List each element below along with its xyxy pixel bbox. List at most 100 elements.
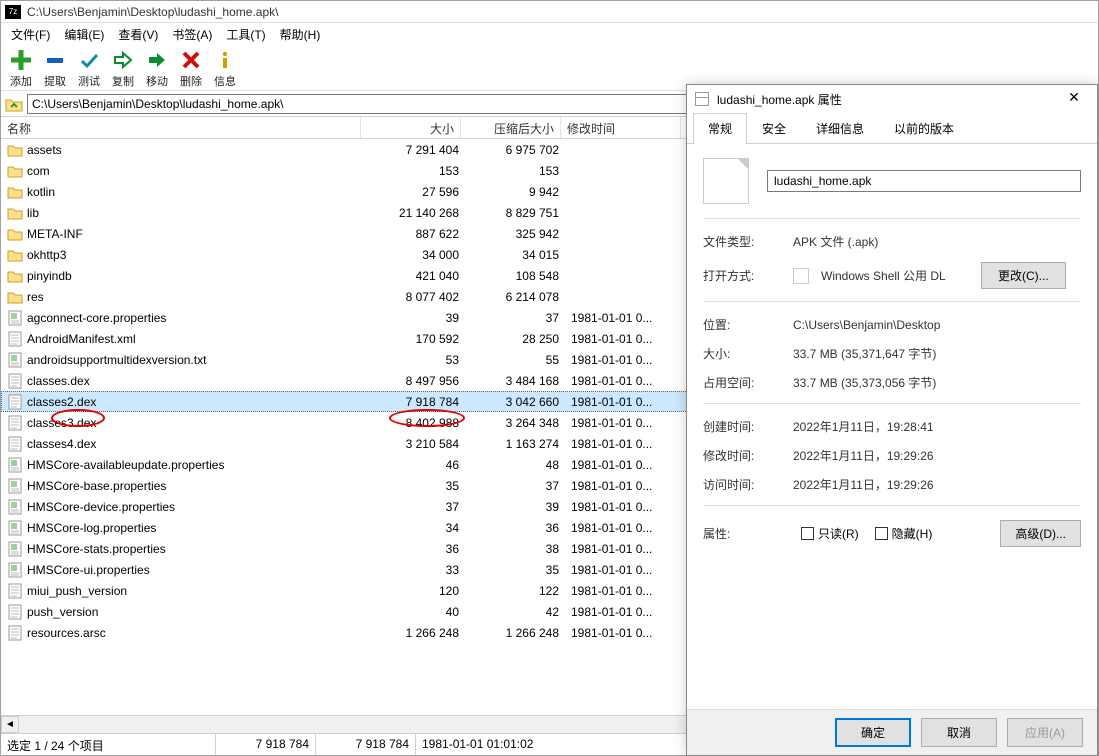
file-modified: 1981-01-01 0... (565, 416, 685, 430)
file-icon (7, 352, 23, 368)
file-compressed-size: 42 (465, 605, 565, 619)
toolbar-extract[interactable]: 提取 (41, 49, 69, 90)
file-compressed-size: 28 250 (465, 332, 565, 346)
tab-general[interactable]: 常规 (693, 113, 747, 144)
file-name: AndroidManifest.xml (27, 332, 365, 346)
toolbar-add[interactable]: 添加 (7, 49, 35, 90)
file-modified: 1981-01-01 0... (565, 437, 685, 451)
file-icon (7, 415, 23, 431)
app-icon: 7z (5, 5, 21, 19)
separator (703, 505, 1081, 506)
menu-file[interactable]: 文件(F) (5, 24, 56, 45)
title-text: C:\Users\Benjamin\Desktop\ludashi_home.a… (27, 5, 278, 19)
folder-icon (7, 289, 23, 305)
file-modified: 1981-01-01 0... (565, 458, 685, 472)
label-attrs: 属性: (703, 525, 785, 542)
file-icon (7, 625, 23, 641)
tab-details[interactable]: 详细信息 (801, 113, 879, 143)
status-size2: 7 918 784 (316, 734, 416, 755)
file-modified: 1981-01-01 0... (565, 521, 685, 535)
menu-bar[interactable]: 文件(F) 编辑(E) 查看(V) 书签(A) 工具(T) 帮助(H) (1, 23, 1098, 45)
file-name: HMSCore-device.properties (27, 500, 365, 514)
file-icon (7, 310, 23, 326)
prop-tabs[interactable]: 常规 安全 详细信息 以前的版本 (687, 113, 1097, 144)
file-size: 39 (365, 311, 465, 325)
scroll-left-icon[interactable]: ◄ (1, 716, 19, 733)
tab-security[interactable]: 安全 (747, 113, 801, 143)
file-compressed-size: 3 264 348 (465, 416, 565, 430)
file-compressed-size: 3 484 168 (465, 374, 565, 388)
file-size: 21 140 268 (365, 206, 465, 220)
value-openwith: Windows Shell 公用 DL (821, 267, 973, 284)
file-size: 33 (365, 563, 465, 577)
toolbar-move[interactable]: 移动 (143, 49, 171, 90)
tab-previous-versions[interactable]: 以前的版本 (879, 113, 969, 143)
file-name: classes4.dex (27, 437, 365, 451)
menu-edit[interactable]: 编辑(E) (58, 24, 110, 45)
change-button[interactable]: 更改(C)... (981, 262, 1066, 289)
checkbox-icon (801, 527, 814, 540)
separator (703, 218, 1081, 219)
file-size: 46 (365, 458, 465, 472)
col-csize[interactable]: 压缩后大小 (461, 117, 561, 138)
file-compressed-size: 37 (465, 311, 565, 325)
prop-filename-input[interactable] (767, 170, 1081, 192)
toolbar-test[interactable]: 测试 (75, 49, 103, 90)
file-icon (7, 583, 23, 599)
file-compressed-size: 36 (465, 521, 565, 535)
file-compressed-size: 37 (465, 479, 565, 493)
file-name: resources.arsc (27, 626, 365, 640)
file-modified: 1981-01-01 0... (565, 500, 685, 514)
file-name: pinyindb (27, 269, 365, 283)
menu-bookmarks[interactable]: 书签(A) (166, 24, 218, 45)
file-size: 8 402 988 (365, 416, 465, 430)
menu-help[interactable]: 帮助(H) (274, 24, 327, 45)
file-icon (7, 331, 23, 347)
file-size: 40 (365, 605, 465, 619)
file-name: push_version (27, 605, 365, 619)
file-icon (7, 394, 23, 410)
properties-dialog: ludashi_home.apk 属性 ✕ 常规 安全 详细信息 以前的版本 文… (686, 84, 1098, 756)
toolbar-info[interactable]: 信息 (211, 49, 239, 90)
file-name: androidsupportmultidexversion.txt (27, 353, 365, 367)
col-mod[interactable]: 修改时间 (561, 117, 681, 138)
label-accessed: 访问时间: (703, 476, 785, 493)
file-size: 421 040 (365, 269, 465, 283)
label-modified: 修改时间: (703, 447, 785, 464)
file-name: classes3.dex (27, 416, 365, 430)
file-compressed-size: 108 548 (465, 269, 565, 283)
file-icon (7, 562, 23, 578)
close-icon[interactable]: ✕ (1059, 89, 1089, 109)
checkbox-hidden[interactable]: 隐藏(H) (875, 525, 933, 542)
prop-footer: 确定 取消 应用(A) (687, 709, 1097, 755)
menu-tools[interactable]: 工具(T) (220, 24, 271, 45)
file-name: classes2.dex (27, 395, 365, 409)
label-filetype: 文件类型: (703, 233, 785, 250)
minus-icon (44, 49, 66, 71)
value-size: 33.7 MB (35,371,647 字节) (793, 345, 1081, 362)
checkbox-readonly[interactable]: 只读(R) (801, 525, 859, 542)
menu-view[interactable]: 查看(V) (112, 24, 164, 45)
advanced-button[interactable]: 高级(D)... (1000, 520, 1081, 547)
file-compressed-size: 6 214 078 (465, 290, 565, 304)
col-size[interactable]: 大小 (361, 117, 461, 138)
ok-button[interactable]: 确定 (835, 718, 911, 747)
file-size: 34 000 (365, 248, 465, 262)
x-icon (180, 49, 202, 71)
file-size: 36 (365, 542, 465, 556)
up-folder-icon[interactable] (5, 95, 23, 113)
file-size: 8 077 402 (365, 290, 465, 304)
file-compressed-size: 1 266 248 (465, 626, 565, 640)
file-icon (7, 436, 23, 452)
col-name[interactable]: 名称 (1, 117, 361, 138)
file-large-icon (703, 158, 749, 204)
toolbar-delete[interactable]: 删除 (177, 49, 205, 90)
file-icon (7, 499, 23, 515)
file-compressed-size: 1 163 274 (465, 437, 565, 451)
apply-button[interactable]: 应用(A) (1007, 718, 1083, 747)
file-name: HMSCore-stats.properties (27, 542, 365, 556)
folder-icon (7, 268, 23, 284)
file-modified: 1981-01-01 0... (565, 584, 685, 598)
toolbar-copy[interactable]: 复制 (109, 49, 137, 90)
cancel-button[interactable]: 取消 (921, 718, 997, 747)
